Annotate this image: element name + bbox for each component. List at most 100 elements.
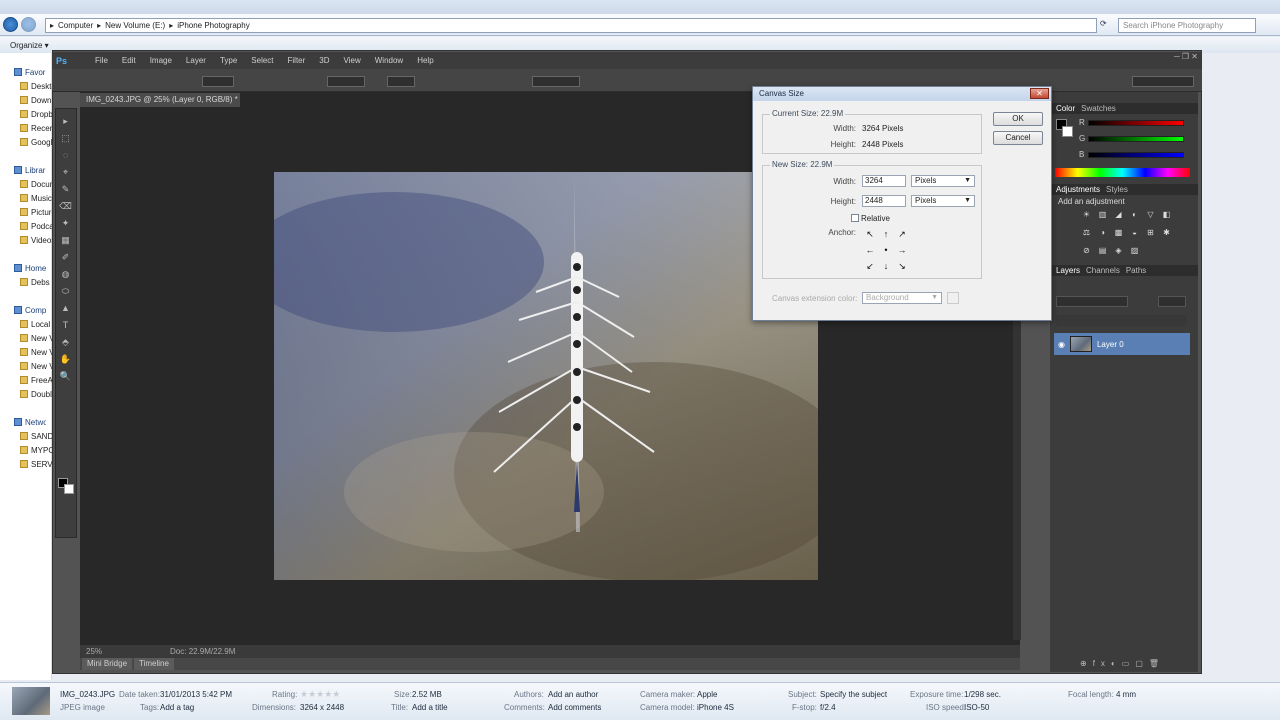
nav-item[interactable]: Music xyxy=(20,192,52,204)
adjustment-icon[interactable]: ◒ xyxy=(1130,229,1139,237)
zoom-level[interactable]: 25% xyxy=(86,647,102,656)
relative-label[interactable]: Relative xyxy=(861,214,890,223)
nav-item[interactable]: Recent Places xyxy=(20,122,52,134)
rating-stars[interactable]: ★★★★★ xyxy=(300,689,340,700)
close-icon[interactable]: ✕ xyxy=(1030,88,1049,99)
nav-item[interactable]: Desktop xyxy=(20,80,52,92)
move-tool-icon[interactable]: ▸ xyxy=(59,115,72,128)
anchor-arrow-icon[interactable]: ↙ xyxy=(862,258,878,274)
camera-model-value[interactable]: iPhone 4S xyxy=(697,703,734,712)
nav-item[interactable]: MYPC xyxy=(20,444,52,456)
color-spectrum[interactable] xyxy=(1055,168,1190,177)
nav-item[interactable]: SERVER xyxy=(20,458,52,470)
address-field[interactable]: ▸ Computer ▸ New Volume (E:) ▸ iPhone Ph… xyxy=(45,18,1097,33)
adjustment-icon[interactable]: ☀ xyxy=(1082,211,1091,219)
title-value[interactable]: Add a title xyxy=(412,703,448,712)
adjustment-icon[interactable]: ⚖ xyxy=(1082,229,1091,237)
crop-tool-icon[interactable]: ✎ xyxy=(59,183,72,196)
anchor-arrow-icon[interactable]: ↑ xyxy=(878,226,894,242)
feather-input[interactable] xyxy=(202,76,234,87)
layers-footer-icons[interactable]: ⊕fx◐▭▢🗑 xyxy=(1080,659,1190,669)
visibility-eye-icon[interactable]: ◉ xyxy=(1058,340,1065,349)
menu-view[interactable]: View xyxy=(339,56,366,65)
healing-tool-icon[interactable]: ✦ xyxy=(59,217,72,230)
menu-type[interactable]: Type xyxy=(215,56,242,65)
nav-item[interactable]: Homegroup xyxy=(14,262,46,274)
height-unit-select[interactable]: Pixels ▼ xyxy=(911,195,975,207)
workspace-select[interactable] xyxy=(1132,76,1194,87)
width-unit-select[interactable]: Pixels ▼ xyxy=(911,175,975,187)
nav-item[interactable]: Local Disk (C:) xyxy=(20,318,52,330)
adjustment-icon[interactable]: ◧ xyxy=(1162,211,1171,219)
nav-item[interactable]: Google Drive xyxy=(20,136,52,148)
tab-channels[interactable]: Channels xyxy=(1086,266,1120,275)
breadcrumb-folder[interactable]: iPhone Photography xyxy=(177,21,250,30)
nav-item[interactable]: Debs xyxy=(20,276,52,288)
anchor-arrow-icon[interactable]: ↖ xyxy=(862,226,878,242)
iso-value[interactable]: ISO-50 xyxy=(964,703,989,712)
adjustment-icon[interactable]: ▽ xyxy=(1146,211,1155,219)
tab-layers[interactable]: Layers xyxy=(1056,266,1080,275)
doc-info[interactable]: Doc: 22.9M/22.9M xyxy=(170,647,235,656)
forward-button[interactable] xyxy=(21,17,36,32)
menu-image[interactable]: Image xyxy=(145,56,177,65)
background-color-swatch[interactable] xyxy=(1062,126,1073,137)
canvas-image[interactable] xyxy=(274,172,818,580)
stamp-tool-icon[interactable]: ✐ xyxy=(59,251,72,264)
nav-item[interactable]: Documents xyxy=(20,178,52,190)
blend-mode-select[interactable] xyxy=(1056,296,1128,307)
menu-window[interactable]: Window xyxy=(370,56,408,65)
tab-color[interactable]: Color xyxy=(1056,104,1075,113)
focal-length-value[interactable]: 4 mm xyxy=(1116,690,1136,699)
menu-file[interactable]: File xyxy=(90,56,113,65)
window-controls[interactable]: ─ ❐ ✕ xyxy=(1128,52,1198,64)
eyedropper-tool-icon[interactable]: ⌫ xyxy=(59,200,72,213)
menu-3d[interactable]: 3D xyxy=(314,56,334,65)
breadcrumb-volume[interactable]: New Volume (E:) xyxy=(105,21,165,30)
path-select-tool-icon[interactable]: ⬘ xyxy=(59,336,72,349)
menu-edit[interactable]: Edit xyxy=(117,56,141,65)
nav-item[interactable]: Computer xyxy=(14,304,46,316)
green-slider[interactable] xyxy=(1088,136,1184,142)
nav-item[interactable]: Podcasts xyxy=(20,220,52,232)
nav-item[interactable]: Network xyxy=(14,416,46,428)
tab-adjustments[interactable]: Adjustments xyxy=(1056,185,1100,194)
tab-paths[interactable]: Paths xyxy=(1126,266,1146,275)
nav-item[interactable]: DoubleDisk xyxy=(20,388,52,400)
relative-checkbox[interactable] xyxy=(851,214,859,222)
adjustment-icon[interactable]: ▥ xyxy=(1098,211,1107,219)
gradient-tool-icon[interactable]: ▲ xyxy=(59,302,72,315)
adjustment-icon[interactable]: ⊘ xyxy=(1082,247,1091,255)
style-select[interactable] xyxy=(327,76,365,87)
nav-item[interactable]: Dropbox xyxy=(20,108,52,120)
anchor-center-icon[interactable]: • xyxy=(878,242,894,258)
anchor-arrow-icon[interactable]: ↗ xyxy=(894,226,910,242)
canvas-extension-select[interactable]: Background ▼ xyxy=(862,292,942,304)
lasso-tool-icon[interactable]: ◌ xyxy=(59,149,72,162)
nav-item[interactable]: New Volume xyxy=(20,360,52,372)
adjustment-icon[interactable]: ◐ xyxy=(1130,211,1139,219)
adjustment-icon[interactable]: ▤ xyxy=(1098,247,1107,255)
anchor-arrow-icon[interactable]: ↘ xyxy=(894,258,910,274)
type-tool-icon[interactable]: T xyxy=(59,319,72,332)
adjustment-icon[interactable]: ◑ xyxy=(1098,229,1107,237)
adjustment-icon[interactable]: ◈ xyxy=(1114,247,1123,255)
camera-maker-value[interactable]: Apple xyxy=(697,690,717,699)
nav-item[interactable]: Favorites xyxy=(14,66,46,78)
adjustment-icon[interactable]: ⊞ xyxy=(1146,229,1155,237)
comments-value[interactable]: Add comments xyxy=(548,703,601,712)
menu-select[interactable]: Select xyxy=(246,56,278,65)
exposure-value[interactable]: 1/298 sec. xyxy=(964,690,1001,699)
height-input[interactable]: 2448 xyxy=(862,195,906,207)
document-tab[interactable]: IMG_0243.JPG @ 25% (Layer 0, RGB/8) * xyxy=(80,93,240,107)
blue-slider[interactable] xyxy=(1088,152,1184,158)
menu-help[interactable]: Help xyxy=(412,56,438,65)
layer-row[interactable]: ◉ Layer 0 xyxy=(1054,333,1190,355)
hand-tool-icon[interactable]: ✋ xyxy=(59,353,72,366)
refresh-icon[interactable]: ⟳ xyxy=(1100,19,1114,32)
zoom-tool-icon[interactable]: 🔍 xyxy=(59,370,72,383)
anchor-arrow-icon[interactable]: ↓ xyxy=(878,258,894,274)
breadcrumb-computer[interactable]: Computer xyxy=(58,21,93,30)
menu-layer[interactable]: Layer xyxy=(181,56,211,65)
authors-value[interactable]: Add an author xyxy=(548,690,598,699)
